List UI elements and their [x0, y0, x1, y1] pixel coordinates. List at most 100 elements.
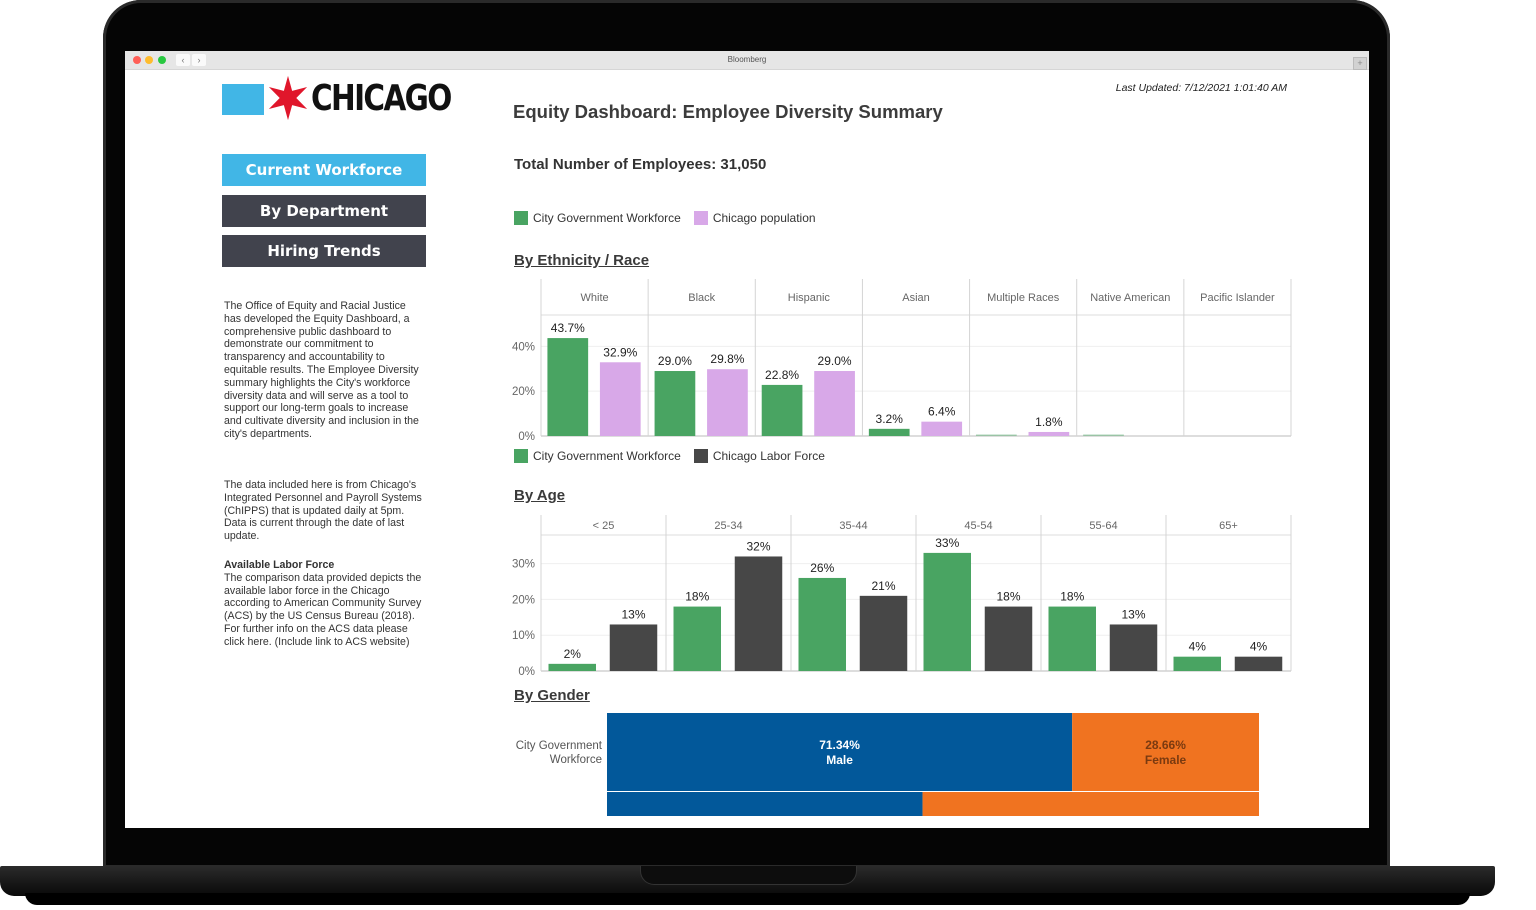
data-label: 13% — [1121, 607, 1145, 621]
legend-item: Chicago population — [693, 211, 816, 225]
data-label: 29.0% — [658, 354, 692, 368]
y-tick-label: 20% — [512, 594, 535, 606]
bar-city-government-workforce — [868, 428, 910, 436]
data-label: 29.8% — [710, 352, 744, 366]
window-title: Bloomberg — [727, 55, 767, 64]
category-label: White — [581, 292, 609, 304]
category-label: 55-64 — [1089, 520, 1117, 532]
bar-city-government-workforce — [923, 552, 971, 671]
bar-chicago-population — [707, 369, 748, 436]
bar-chicago-labor-force — [734, 556, 783, 671]
data-source-text: The data included here is from Chicago's… — [224, 479, 422, 543]
bar-city-government-workforce — [798, 577, 846, 671]
gender-bar-male — [607, 792, 923, 816]
labor-force-text[interactable]: The comparison data provided depicts the… — [224, 572, 421, 648]
logo-text: CHICAGO — [311, 78, 452, 119]
logo-blue-square — [222, 84, 264, 115]
age-chart: 0% 10% 20% 30% < 25 2% 13% 25-34 18% 32% 35-44 26% 2… — [512, 515, 1292, 678]
category-label: Hispanic — [788, 292, 831, 304]
new-tab-button[interactable]: + — [1353, 57, 1367, 70]
legend-swatch-workforce — [514, 449, 528, 463]
category-label: 45-54 — [964, 520, 992, 532]
data-label: 18% — [996, 590, 1020, 604]
data-label: 21% — [871, 579, 895, 593]
nav-current-workforce[interactable]: Current Workforce — [222, 154, 426, 186]
bar-chicago-labor-force — [1234, 656, 1283, 671]
bar-chicago-labor-force — [859, 595, 908, 671]
category-label: < 25 — [593, 520, 615, 532]
gender-row-label: City Government Workforce — [515, 740, 602, 766]
bar-city-government-workforce — [1083, 434, 1124, 436]
legend-label: Chicago Labor Force — [712, 449, 825, 463]
gender-bar-female — [1072, 713, 1259, 791]
legend-label: City Government Workforce — [533, 449, 681, 463]
bar-city-government-workforce — [673, 606, 721, 671]
bar-chicago-population — [814, 371, 855, 436]
bar-city-government-workforce — [976, 434, 1017, 436]
legend-population: City Government Workforce Chicago popula… — [514, 211, 829, 225]
legend-swatch-population — [693, 211, 708, 225]
y-tick-label: 0% — [518, 431, 535, 443]
plus-icon: + — [1357, 58, 1363, 68]
gender-name-label: Female — [1145, 753, 1187, 767]
data-label: 43.7% — [551, 321, 585, 335]
bar-chicago-population — [1028, 431, 1070, 436]
gender-chart: 71.34%Male 28.66%Female — [607, 713, 1259, 816]
bar-chicago-population — [921, 421, 963, 436]
y-tick-label: 20% — [512, 386, 535, 398]
category-label: Asian — [902, 292, 930, 304]
nav-hiring-trends[interactable]: Hiring Trends — [222, 235, 426, 267]
category-label: Multiple Races — [987, 292, 1060, 304]
bar-city-government-workforce — [654, 371, 696, 436]
y-tick-label: 0% — [518, 666, 535, 678]
gender-percent-label: 28.66% — [1145, 738, 1186, 752]
bar-city-government-workforce — [1048, 606, 1096, 671]
bar-chicago-labor-force — [609, 624, 658, 671]
last-updated: Last Updated: 7/12/2021 1:01:40 AM — [1115, 82, 1287, 94]
section-title-ethnicity: By Ethnicity / Race — [514, 252, 650, 269]
chicago-star-icon — [268, 75, 308, 121]
category-label: 25-34 — [714, 520, 742, 532]
data-label: 26% — [810, 561, 834, 575]
bar-chicago-labor-force — [1109, 624, 1158, 671]
page-title: Equity Dashboard: Employee Diversity Sum… — [513, 101, 943, 122]
bar-city-government-workforce — [547, 338, 589, 436]
data-label: 29.0% — [818, 354, 852, 368]
data-label: 18% — [1060, 590, 1084, 604]
category-label: 35-44 — [839, 520, 867, 532]
total-employees: Total Number of Employees: 31,050 — [514, 156, 767, 173]
gender-bar-male — [607, 713, 1073, 791]
legend-item: City Government Workforce — [514, 449, 681, 463]
bar-city-government-workforce — [761, 384, 803, 436]
category-label: Black — [688, 292, 715, 304]
gender-bar-female — [922, 792, 1259, 816]
laptop-notch — [640, 866, 857, 885]
y-tick-label: 10% — [512, 630, 535, 642]
data-label: 22.8% — [765, 368, 799, 382]
category-label: 65+ — [1219, 520, 1238, 532]
labor-force-block: Available Labor Force The comparison dat… — [224, 559, 424, 649]
data-label: 2% — [564, 647, 582, 661]
data-label: 18% — [685, 590, 709, 604]
legend-item: City Government Workforce — [514, 211, 681, 225]
bar-city-government-workforce — [1173, 656, 1221, 671]
data-label: 32% — [746, 539, 770, 553]
gender-percent-label: 71.34% — [819, 738, 860, 752]
y-tick-label: 30% — [512, 559, 535, 571]
nav-by-department[interactable]: By Department — [222, 195, 426, 227]
category-label: Pacific Islander — [1200, 292, 1275, 304]
legend-swatch-labor-force — [693, 449, 708, 463]
legend-label: Chicago population — [712, 211, 816, 225]
section-title-age: By Age — [514, 487, 566, 504]
data-label: 6.4% — [928, 405, 956, 419]
intro-text: The Office of Equity and Racial Justice … — [224, 300, 419, 440]
laptop-foot — [25, 893, 1470, 905]
legend-labor-force: City Government Workforce Chicago Labor … — [514, 449, 838, 463]
data-label: 32.9% — [603, 345, 637, 359]
data-label: 4% — [1250, 640, 1268, 654]
data-label: 3.2% — [876, 412, 904, 426]
legend-item: Chicago Labor Force — [693, 449, 825, 463]
section-title-gender: By Gender — [514, 687, 590, 704]
title-bar: ‹ › Bloomberg + — [125, 51, 1369, 70]
data-label: 33% — [935, 536, 959, 550]
